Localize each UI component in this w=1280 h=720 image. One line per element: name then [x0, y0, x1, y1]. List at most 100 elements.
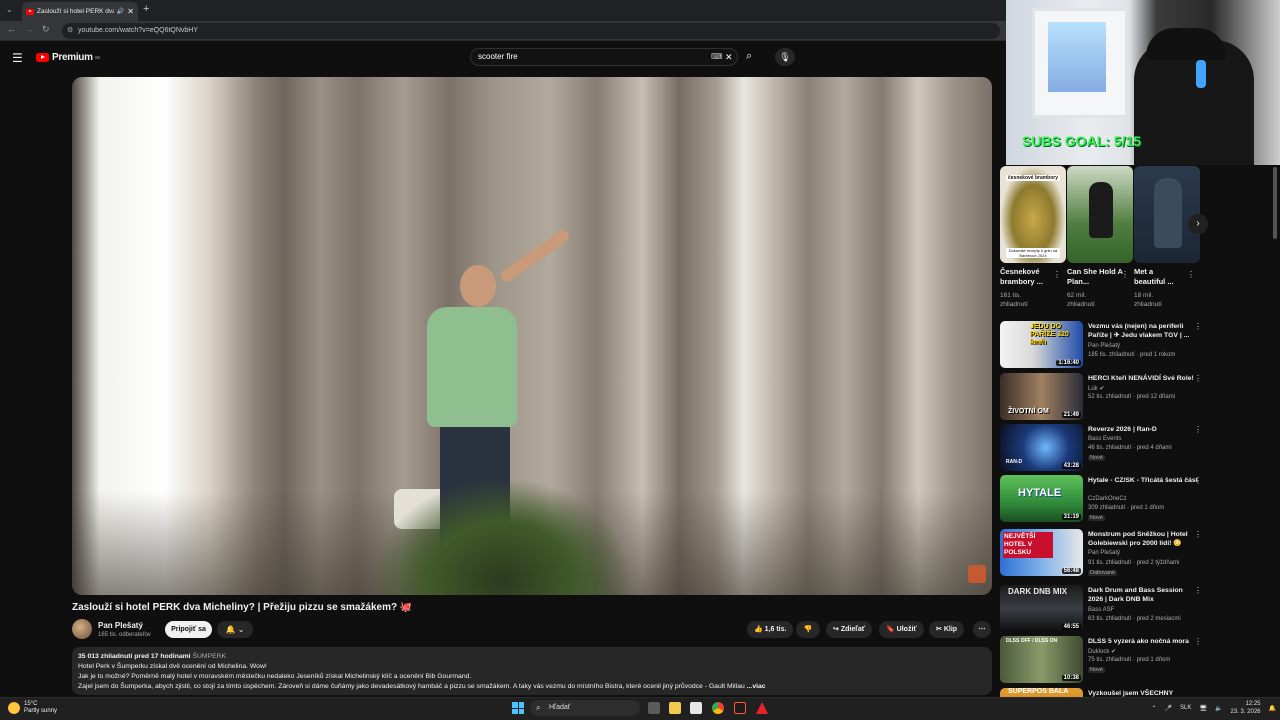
weather-widget[interactable]: 15°C Partly sunny [8, 701, 57, 715]
rec-channel[interactable]: Lúk ✔ [1088, 385, 1104, 392]
short-thumbnail-3[interactable] [1134, 166, 1200, 263]
browser-tab[interactable]: Zaslouží si hotel PERK dva M 🔊 ✕ [22, 2, 138, 21]
channel-name[interactable]: Pan Plešatý [98, 621, 143, 630]
language-indicator[interactable]: SLK [1180, 705, 1191, 711]
store-icon[interactable] [690, 702, 702, 714]
recommendation-item[interactable]: DLSS OFF / DLSS ON 10:38 DLSS 5 vyzerá a… [1000, 636, 1206, 684]
site-info-icon[interactable]: ⚙ [67, 23, 73, 39]
rec-duration: 1:16:40 [1056, 360, 1081, 366]
recommendation-item[interactable]: ŽIVOTNÍ OM 21:49 HERCI Kteří NENÁVIDÍ Sv… [1000, 373, 1206, 421]
rec-thumbnail[interactable]: NEJVĚTŠÍ HOTEL V POLSKU 56:48 [1000, 529, 1083, 576]
rec-thumbnail[interactable]: JEDU DO PAŘÍŽE 320 km/h 1:16:40 [1000, 321, 1083, 368]
short-2-menu-icon[interactable]: ⋮ [1121, 270, 1129, 279]
search-icon[interactable]: ⌕ [746, 50, 752, 63]
rec-channel[interactable]: Bass ASF [1088, 607, 1114, 613]
recommendation-item[interactable]: JEDU DO PAŘÍŽE 320 km/h 1:16:40 Vezmu vá… [1000, 321, 1206, 369]
join-button[interactable]: Pripojiť sa [165, 621, 212, 638]
tab-list-icon[interactable]: ⌄ [6, 5, 13, 14]
more-actions-button[interactable]: ⋯ [973, 621, 991, 638]
volume-icon[interactable]: 🔈 [1215, 705, 1222, 712]
share-button[interactable]: ↪ Zdieľať [826, 621, 873, 638]
chrome-icon[interactable] [712, 702, 724, 714]
youtube-logo-icon [36, 53, 49, 62]
notifications-button[interactable]: 🔔 ⌄ [217, 621, 253, 638]
rec-thumb-text: DLSS OFF / DLSS ON [1006, 638, 1058, 644]
url-field[interactable]: ⚙ youtube.com/watch?v=eQQ6tQNvbHY [62, 23, 1000, 39]
rec-menu-icon[interactable]: ⋮ [1194, 374, 1202, 383]
rec-channel[interactable]: CzDarkOneCz [1088, 496, 1127, 502]
youtube-premium-logo[interactable]: Premium SK [36, 52, 100, 63]
recommendation-item[interactable]: SUPERPOS BALA Vyzkoušel jsem VŠECHNY [1000, 688, 1206, 697]
short-thumbnail-1[interactable]: česnekové brambory Dokonalé recepty k gr… [1000, 166, 1066, 263]
windows-start-icon[interactable] [512, 702, 524, 714]
menu-icon[interactable]: ☰ [12, 51, 23, 65]
rec-thumbnail[interactable]: RAN-D 43:28 [1000, 424, 1083, 471]
rec-channel[interactable]: Pan Plešatý [1088, 343, 1120, 349]
forward-icon[interactable]: → [25, 24, 34, 34]
channel-watermark[interactable] [968, 565, 986, 583]
taskbar-search[interactable]: ⌕ Hľadať [530, 700, 640, 716]
rec-menu-icon[interactable]: ⋮ [1194, 530, 1202, 539]
short-title-1[interactable]: Česnekové brambory ... [1000, 267, 1056, 287]
task-view-icon[interactable] [648, 702, 660, 714]
recommendation-item[interactable]: NEJVĚTŠÍ HOTEL V POLSKU 56:48 Monstrum p… [1000, 529, 1206, 577]
rec-thumbnail[interactable]: SUPERPOS BALA [1000, 688, 1083, 697]
show-more-link[interactable]: ...viac [747, 683, 766, 690]
reload-icon[interactable]: ↻ [42, 24, 50, 35]
rec-menu-icon[interactable]: ⋮ [1194, 322, 1202, 331]
like-button[interactable]: 👍 1,6 tis. [747, 621, 794, 638]
rec-channel[interactable]: Bass Events [1088, 436, 1121, 442]
notifications-icon[interactable]: 🔔 [1269, 705, 1276, 712]
rec-thumbnail[interactable]: ŽIVOTNÍ OM 21:49 [1000, 373, 1083, 420]
clock[interactable]: 12:25 23. 3. 2026 [1230, 700, 1260, 716]
search-input[interactable]: scooter fire ⌨ ✕ [470, 48, 738, 66]
short-thumbnail-2[interactable] [1067, 166, 1133, 263]
short-3-menu-icon[interactable]: ⋮ [1187, 270, 1195, 279]
voice-search-icon[interactable]: 🎙 [775, 48, 795, 66]
rec-channel[interactable]: Duklock ✔ [1088, 648, 1116, 655]
location-tag[interactable]: ŠUMPERK [192, 653, 226, 660]
recommendation-item[interactable]: DARK DNB MIX 46:55 Dark Drum and Bass Se… [1000, 585, 1206, 633]
channel-avatar[interactable] [72, 619, 92, 639]
rec-new-badge: Nové [1088, 667, 1105, 673]
recommendation-item[interactable]: RAN-D 43:28 Reverze 2026 | Ran-D Bass Ev… [1000, 424, 1206, 472]
rec-meta: 75 tis. zhliadnutí · pred 1 dňom [1088, 657, 1171, 663]
short-title-2[interactable]: Can She Hold A Plan... [1067, 267, 1123, 287]
taskbar-search-placeholder: Hľadať [549, 704, 571, 711]
rec-menu-icon[interactable]: ⋮ [1194, 637, 1202, 646]
close-tab-icon[interactable]: ✕ [127, 7, 138, 16]
rec-thumbnail[interactable]: DARK DNB MIX 46:55 [1000, 585, 1083, 632]
shorts-next-button[interactable]: › [1188, 214, 1208, 234]
video-scene-person-body [427, 307, 517, 427]
scrollbar-thumb[interactable] [1273, 167, 1277, 239]
rec-duration: 43:28 [1061, 463, 1081, 469]
rec-menu-icon[interactable]: ⋮ [1194, 425, 1202, 434]
audio-icon[interactable]: 🔊 [117, 8, 124, 15]
rec-title: Hytale - CZ/SK - Třicátá šestá část [1088, 477, 1198, 484]
rec-menu-icon[interactable]: ⋮ [1194, 586, 1202, 595]
file-explorer-icon[interactable] [669, 702, 681, 714]
clip-button[interactable]: ✂ Klip [929, 621, 965, 638]
rec-thumbnail[interactable]: HYTALE 31:19 [1000, 475, 1083, 522]
mic-icon[interactable]: 🎤 [1165, 705, 1172, 712]
app-2-icon[interactable] [756, 702, 768, 714]
dislike-button[interactable]: 👎 [796, 621, 820, 638]
rec-menu-icon[interactable]: ⋮ [1194, 476, 1202, 485]
rec-channel[interactable]: Pan Plešatý [1088, 550, 1120, 556]
network-icon[interactable]: 🖥 [1199, 705, 1207, 712]
keyboard-icon[interactable]: ⌨ [711, 49, 723, 65]
back-icon[interactable]: ← [7, 24, 16, 34]
description-box[interactable]: 35 013 zhliadnutí pred 17 hodinami ŠUMPE… [72, 647, 992, 695]
sidebar-scrollbar[interactable] [1273, 165, 1278, 695]
save-button[interactable]: 🔖 Uložiť [879, 621, 924, 638]
rec-thumbnail[interactable]: DLSS OFF / DLSS ON 10:38 [1000, 636, 1083, 683]
recommendation-item[interactable]: HYTALE 31:19 Hytale - CZ/SK - Třicátá še… [1000, 475, 1206, 523]
subscriber-count: 165 tis. odberateľov [98, 632, 151, 638]
chevron-up-icon[interactable]: ⌃ [1152, 705, 1157, 712]
short-title-3[interactable]: Met a beautiful ... [1134, 267, 1184, 287]
app-icon[interactable] [734, 702, 746, 714]
video-player[interactable] [72, 77, 992, 595]
new-tab-icon[interactable]: + [143, 3, 149, 15]
clear-search-icon[interactable]: ✕ [725, 49, 733, 65]
short-1-menu-icon[interactable]: ⋮ [1053, 270, 1061, 279]
